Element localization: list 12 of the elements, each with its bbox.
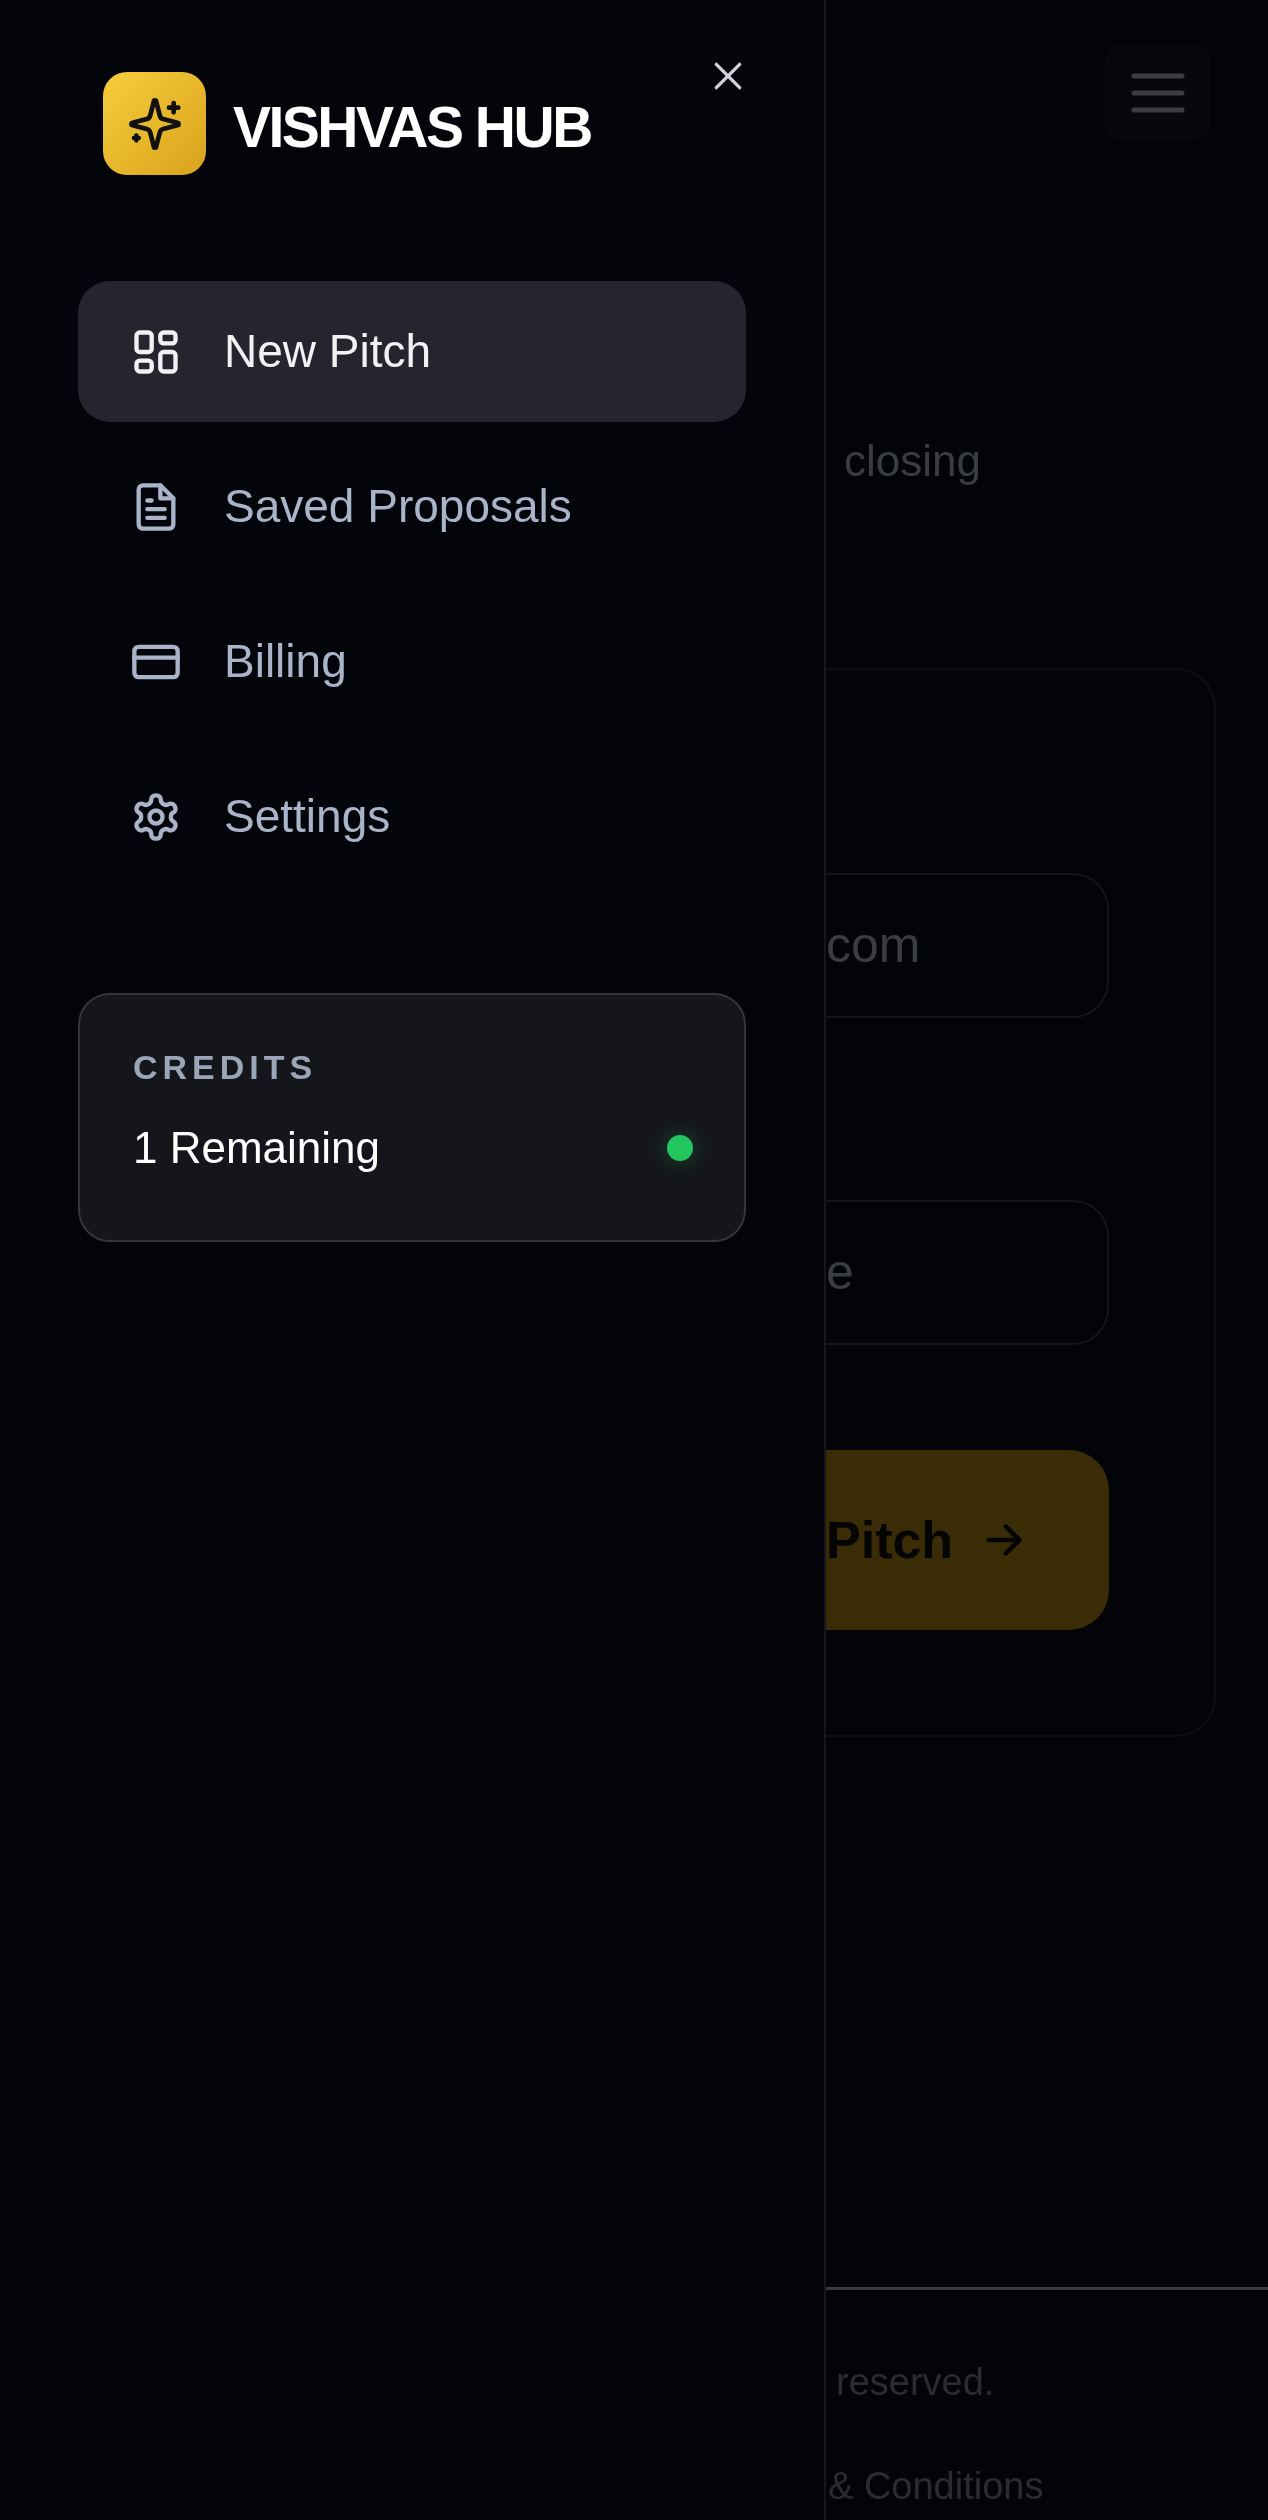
credits-remaining: 1 Remaining bbox=[133, 1121, 381, 1174]
nav-item[interactable]: Billing bbox=[78, 591, 746, 732]
subtitle-text: closing bbox=[844, 435, 982, 487]
nav-item[interactable]: Settings bbox=[78, 746, 746, 887]
input-field[interactable]: com bbox=[826, 872, 1109, 1018]
credits-label: CREDITS bbox=[133, 1047, 319, 1088]
brand-name: VISHVAS HUB bbox=[233, 94, 591, 161]
logo-icon bbox=[103, 72, 206, 175]
nav-item[interactable]: Saved Proposals bbox=[78, 436, 746, 577]
input-field[interactable]: e bbox=[826, 1199, 1109, 1345]
nav-item[interactable]: New Pitch bbox=[78, 281, 746, 422]
status-dot bbox=[667, 1135, 693, 1162]
